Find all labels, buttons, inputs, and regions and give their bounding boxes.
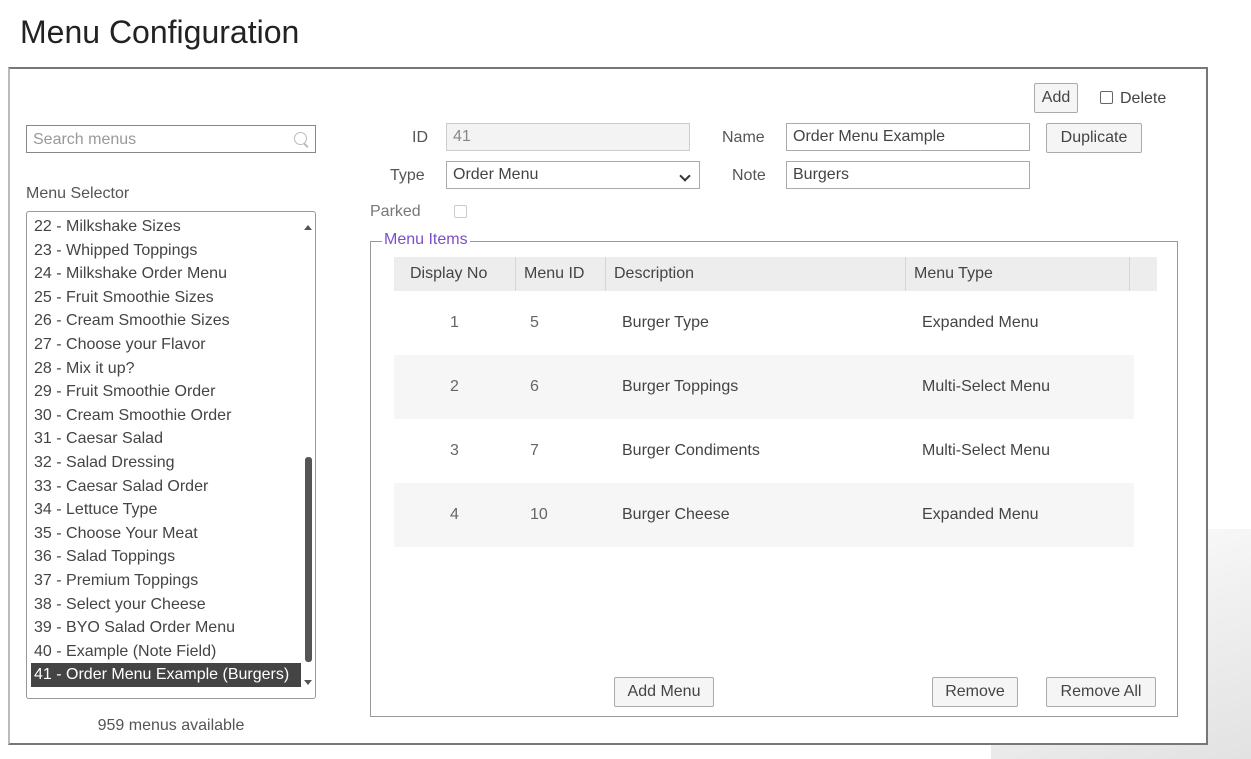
scrollbar-thumb[interactable]	[305, 457, 312, 662]
cell-display-no: 4	[450, 506, 459, 523]
menu-list-item[interactable]: 40 - Example (Note Field)	[31, 640, 301, 664]
menu-list-item[interactable]: 41 - Order Menu Example (Burgers)	[31, 663, 301, 687]
cell-description: Burger Condiments	[622, 442, 760, 459]
remove-button[interactable]: Remove	[932, 677, 1018, 707]
menu-list-item[interactable]: 38 - Select your Cheese	[31, 593, 301, 617]
menu-list-item[interactable]: 37 - Premium Toppings	[31, 569, 301, 593]
menu-list-item[interactable]: 23 - Whipped Toppings	[31, 239, 301, 263]
grid-body: 1 5 Burger Type Expanded Menu 2 6 Burger Toppi…	[394, 291, 1157, 660]
cell-menu-type: Multi-Select Menu	[922, 378, 1051, 395]
type-select-value: Order Menu	[453, 166, 539, 183]
table-row[interactable]: 1 5 Burger Type Expanded Menu	[394, 291, 1134, 355]
cell-display-no: 2	[450, 378, 459, 395]
menu-list-item[interactable]: 29 - Fruit Smoothie Order	[31, 380, 301, 404]
parked-checkbox	[454, 205, 467, 218]
menu-list-item[interactable]: 25 - Fruit Smoothie Sizes	[31, 286, 301, 310]
table-row[interactable]: 3 7 Burger Condiments Multi-Select Menu	[394, 419, 1134, 483]
remove-all-button[interactable]: Remove All	[1046, 677, 1156, 707]
type-select[interactable]: Order Menu	[446, 161, 700, 189]
scroll-down-icon[interactable]	[304, 680, 312, 685]
page-title: Menu Configuration	[20, 14, 300, 50]
menu-list-item[interactable]: 22 - Milkshake Sizes	[31, 215, 301, 239]
cell-menu-id: 5	[530, 314, 539, 331]
configuration-panel: Menu Selector 22 - Milkshake Sizes23 - W…	[8, 67, 1208, 745]
name-field[interactable]: Order Menu Example	[786, 123, 1030, 151]
menu-list-item[interactable]: 31 - Caesar Salad	[31, 427, 301, 451]
duplicate-button[interactable]: Duplicate	[1046, 123, 1142, 153]
search-icon[interactable]	[294, 132, 307, 145]
column-header-description[interactable]: Description	[606, 257, 906, 291]
delete-checkbox[interactable]	[1100, 91, 1113, 104]
grid-scroll-gutter	[1134, 291, 1157, 660]
chevron-down-icon	[679, 170, 691, 182]
menu-list-item[interactable]: 24 - Milkshake Order Menu	[31, 262, 301, 286]
menu-list-item[interactable]: 34 - Lettuce Type	[31, 498, 301, 522]
cell-display-no: 1	[450, 314, 459, 331]
menu-list-item[interactable]: 36 - Salad Toppings	[31, 545, 301, 569]
column-header-menu-type[interactable]: Menu Type	[906, 257, 1130, 291]
cell-description: Burger Type	[622, 314, 709, 331]
cell-menu-type: Expanded Menu	[922, 506, 1039, 523]
menu-list-item[interactable]: 26 - Cream Smoothie Sizes	[31, 309, 301, 333]
menu-count: 959 menus available	[97, 717, 245, 734]
menu-list-item[interactable]: 28 - Mix it up?	[31, 357, 301, 381]
search-box[interactable]	[26, 125, 316, 153]
menu-selector-scrollbar[interactable]	[302, 213, 314, 697]
menu-selector-label: Menu Selector	[26, 185, 130, 202]
cell-menu-type: Expanded Menu	[922, 314, 1039, 331]
note-field[interactable]: Burgers	[786, 161, 1030, 189]
cell-menu-id: 10	[530, 506, 548, 523]
column-header-display-no[interactable]: Display No	[394, 257, 516, 291]
cell-menu-id: 6	[530, 378, 539, 395]
delete-label: Delete	[1120, 90, 1167, 107]
cell-description: Burger Toppings	[622, 378, 739, 395]
cell-display-no: 3	[450, 442, 459, 459]
menu-items-legend: Menu Items	[382, 231, 470, 249]
id-label: ID	[412, 129, 428, 146]
cell-menu-id: 7	[530, 442, 539, 459]
menu-list-item[interactable]: 32 - Salad Dressing	[31, 451, 301, 475]
table-row[interactable]: 2 6 Burger Toppings Multi-Select Menu	[394, 355, 1134, 419]
search-input[interactable]	[31, 127, 285, 153]
name-label: Name	[722, 129, 765, 146]
menu-list-item[interactable]: 27 - Choose your Flavor	[31, 333, 301, 357]
table-row[interactable]: 4 10 Burger Cheese Expanded Menu	[394, 483, 1134, 547]
grid-header: Display No Menu ID Description Menu Type	[394, 257, 1157, 292]
cell-description: Burger Cheese	[622, 506, 730, 523]
scroll-up-icon[interactable]	[304, 225, 312, 230]
add-menu-button[interactable]: Add Menu	[614, 677, 714, 707]
column-header-menu-id[interactable]: Menu ID	[516, 257, 606, 291]
menu-items-grid: Display No Menu ID Description Menu Type…	[394, 257, 1157, 660]
menu-list-item[interactable]: 35 - Choose Your Meat	[31, 522, 301, 546]
menu-list-item[interactable]: 39 - BYO Salad Order Menu	[31, 616, 301, 640]
id-field: 41	[446, 123, 690, 151]
menu-list-item[interactable]: 33 - Caesar Salad Order	[31, 475, 301, 499]
cell-menu-type: Multi-Select Menu	[922, 442, 1051, 459]
add-button[interactable]: Add	[1034, 83, 1078, 113]
parked-label: Parked	[370, 203, 421, 220]
menu-list-item[interactable]: 30 - Cream Smoothie Order	[31, 404, 301, 428]
menu-selector-list[interactable]: 22 - Milkshake Sizes 23 - Whipped Topping…	[26, 211, 316, 699]
type-label: Type	[390, 167, 425, 184]
note-label: Note	[732, 167, 766, 184]
